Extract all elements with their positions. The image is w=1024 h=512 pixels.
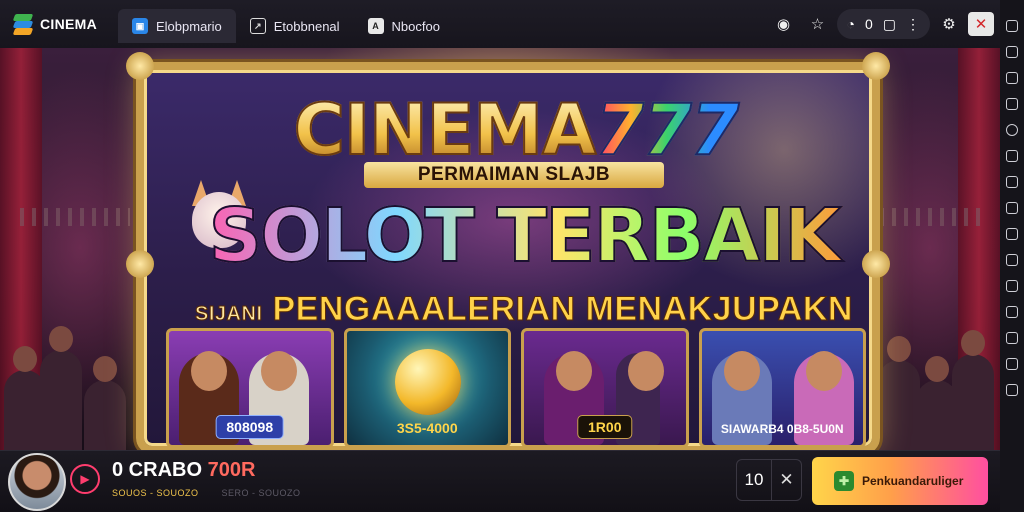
sidebar-tool-icon-12[interactable] [1006,332,1018,344]
tagline-text: PENGAAALERIAN MENAKJUPAKN [272,290,853,329]
share-icon[interactable]: ◉ [769,9,799,39]
card-label: 1R00 [577,415,633,439]
right-sidebar [1000,0,1024,512]
credit-sub: SOUOS - SOUOZO [112,488,199,498]
tab-2-label: Etobbnenal [273,18,340,34]
sidebar-tool-icon-4[interactable] [1006,98,1018,110]
sidebar-tool-icon-7[interactable] [1006,202,1018,214]
sidebar-tool-icon-10[interactable] [1006,280,1018,292]
layers-logo-icon [12,13,34,35]
gold-coin [394,349,461,415]
sidebar-tool-icon-1[interactable] [1006,20,1018,32]
credit-value: 700R [207,459,256,481]
tagline-prefix: SIJANI [195,303,263,326]
frame-ornament [862,52,890,80]
pill-value: 0 [864,16,873,32]
right-crowd [872,330,1000,450]
frame-ornament [126,250,154,278]
tab-1[interactable]: ▣ Elobpmario [118,9,236,43]
game-card[interactable]: 3S5-4000 [343,328,511,448]
sidebar-tool-icon-2[interactable] [1006,46,1018,58]
logo-word: CINEMA [293,89,598,171]
credit-prefix: 0 CRABO [112,459,203,481]
brand-home[interactable]: CINEMA [0,0,118,48]
game-card[interactable]: 808098 [166,328,334,448]
sidebar-tool-icon-11[interactable] [1006,306,1018,318]
brand-name: CINEMA [40,16,98,32]
close-icon[interactable]: ✕ [968,12,994,36]
sidebar-tool-icon-14[interactable] [1006,384,1018,396]
headline: SOLOT TERBAIK [204,190,844,282]
game-cards: 808098 3S5-4000 1R00 SIAWARB4 0B8-5U0N [166,328,866,448]
tab-2[interactable]: ↗ Etobbnenal [236,9,354,43]
left-balcony [20,208,130,226]
sidebar-clock-icon[interactable] [1006,124,1018,136]
shuffle-icon[interactable]: ✕ [772,459,802,501]
tab-3[interactable]: A Nbocfoo [354,9,454,43]
avatar[interactable] [8,453,66,511]
settings-icon[interactable]: ⚙ [934,9,964,39]
frame-ornament [126,52,154,80]
tagline: SIJANI PENGAAALERIAN MENAKJUPAKN [184,290,864,329]
credit-display: 0 CRABO 700R [112,459,255,482]
sidebar-tool-icon-8[interactable] [1006,228,1018,240]
card-label: 3S5-4000 [396,420,458,436]
frame-ornament [862,250,890,278]
credit-subtext: SOUOS - SOUOZO SERO - SOUOZO [112,488,301,498]
app-icon: ▣ [132,18,148,34]
count-display[interactable]: 10 [736,459,772,501]
toolbar: ◉ ☆ ◔ 0 ▢ ⋮ ⚙ ✕ [769,8,1001,40]
card-label: SIAWARB4 0B8-5U0N [720,422,844,436]
logo-number: 777 [594,89,740,171]
play-icon[interactable]: ▶ [70,464,100,494]
sidebar-tool-icon-3[interactable] [1006,72,1018,84]
tool-pill[interactable]: ◔ 0 ▢ ⋮ [836,9,930,39]
game-stage: CINEMA777 PERMAIMAN SLAJB SOLOT TERBAIK … [0,48,1000,450]
card-label: 808098 [215,415,285,439]
cta-button[interactable]: ✚ Penkuandaruliger [812,457,988,505]
logo-subtitle: PERMAIMAN SLAJB [364,162,664,188]
tab-3-label: Nbocfoo [391,18,440,34]
game-card[interactable]: 1R00 [521,328,689,448]
window-icon: ↗ [249,18,266,34]
joystick-icon: ✚ [834,471,854,491]
right-balcony [880,208,980,226]
banner-frame: CINEMA777 PERMAIMAN SLAJB SOLOT TERBAIK … [126,52,890,450]
sidebar-tool-icon-13[interactable] [1006,358,1018,370]
left-crowd [0,326,140,450]
browser-top-bar: CINEMA ▣ Elobpmario ↗ Etobbnenal A Nbocf… [0,0,1000,48]
sidebar-tool-icon-9[interactable] [1006,254,1018,266]
menu-icon: ⋮ [906,15,920,32]
credit-sub-dim: SERO - SOUOZO [221,488,301,498]
sidebar-tool-icon-5[interactable] [1006,150,1018,162]
game-logo: CINEMA777 [144,89,888,171]
star-icon[interactable]: ☆ [803,9,833,39]
square-icon: ▢ [882,15,896,32]
sidebar-tool-icon-6[interactable] [1006,176,1018,188]
game-card[interactable]: SIAWARB4 0B8-5U0N [698,328,866,448]
tab-1-label: Elobpmario [156,18,222,34]
player-bar: ▶ 0 CRABO 700R SOUOS - SOUOZO SERO - SOU… [0,450,1000,512]
document-icon: A [367,18,384,34]
speed-icon: ◔ [846,16,855,32]
cta-label: Penkuandaruliger [862,474,964,488]
